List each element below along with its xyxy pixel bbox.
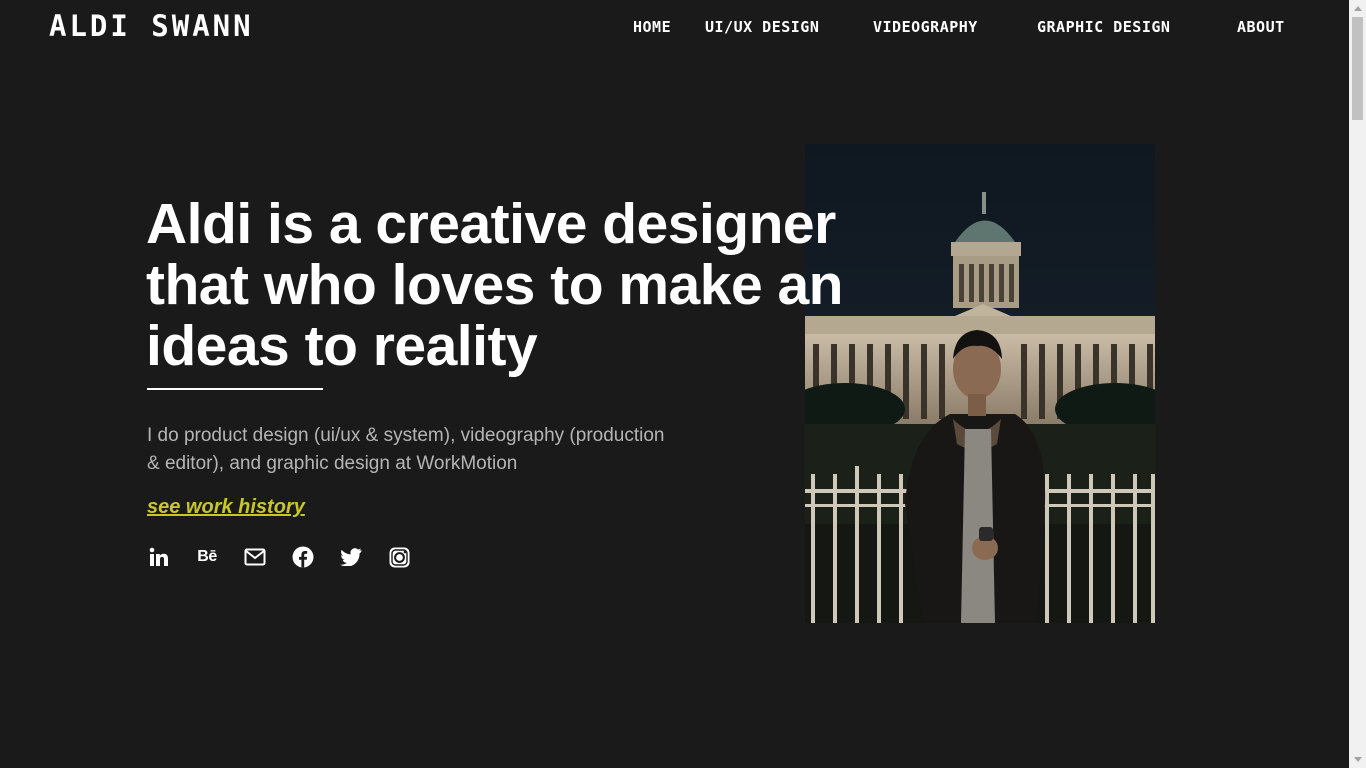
mail-icon[interactable] bbox=[243, 545, 267, 569]
behance-icon[interactable]: Bē bbox=[195, 545, 219, 569]
nav-videography[interactable]: VIDEOGRAPHY bbox=[873, 17, 978, 37]
instagram-icon[interactable] bbox=[387, 545, 411, 569]
main-nav: HOME UI/UX DESIGN VIDEOGRAPHY GRAPHIC DE… bbox=[0, 17, 1340, 37]
hero-divider bbox=[147, 388, 323, 390]
scroll-down-arrow-icon[interactable] bbox=[1349, 751, 1366, 768]
scrollbar[interactable] bbox=[1349, 0, 1366, 768]
scrollbar-thumb[interactable] bbox=[1352, 17, 1363, 120]
see-work-history-link[interactable]: see work history bbox=[147, 494, 305, 520]
nav-about[interactable]: ABOUT bbox=[1237, 17, 1285, 37]
facebook-icon[interactable] bbox=[291, 545, 315, 569]
twitter-icon[interactable] bbox=[339, 545, 363, 569]
scroll-up-arrow-icon[interactable] bbox=[1349, 0, 1366, 17]
linkedin-icon[interactable] bbox=[147, 545, 171, 569]
hero-headline: Aldi is a creative designer that who lov… bbox=[146, 192, 844, 378]
hero-description: I do product design (ui/ux & system), vi… bbox=[147, 425, 665, 474]
nav-home[interactable]: HOME bbox=[633, 17, 671, 37]
nav-ui-ux-design[interactable]: UI/UX DESIGN bbox=[705, 17, 819, 37]
nav-graphic-design[interactable]: GRAPHIC DESIGN bbox=[1037, 17, 1170, 37]
page: ALDI SWANN HOME UI/UX DESIGN VIDEOGRAPHY… bbox=[0, 0, 1366, 768]
